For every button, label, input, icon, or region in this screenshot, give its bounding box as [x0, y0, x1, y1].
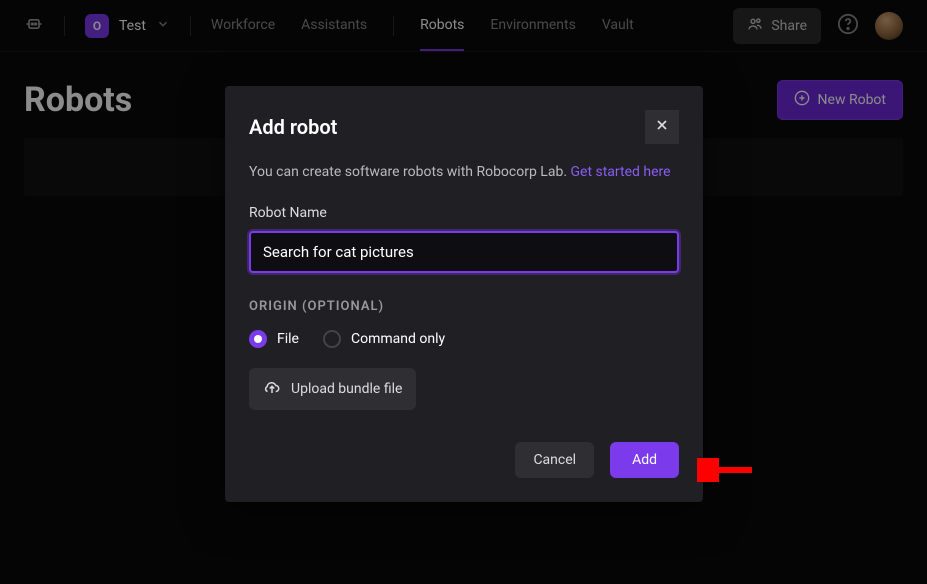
origin-radio-group: File Command only — [249, 330, 679, 348]
close-button[interactable] — [645, 110, 679, 144]
upload-cloud-icon — [263, 378, 281, 400]
intro-text-span: You can create software robots with Robo… — [249, 164, 570, 180]
modal-header: Add robot — [225, 86, 703, 162]
intro-text: You can create software robots with Robo… — [249, 162, 679, 183]
robot-name-input[interactable] — [249, 231, 679, 273]
cancel-button[interactable]: Cancel — [515, 442, 594, 478]
modal-footer: Cancel Add — [225, 430, 703, 502]
origin-file-label: File — [277, 331, 299, 347]
upload-bundle-label: Upload bundle file — [291, 381, 402, 397]
robot-name-label: Robot Name — [249, 205, 679, 221]
origin-command-label: Command only — [351, 331, 445, 347]
close-icon — [654, 117, 670, 137]
modal-body: You can create software robots with Robo… — [225, 162, 703, 430]
add-robot-modal: Add robot You can create software robots… — [225, 86, 703, 502]
get-started-link[interactable]: Get started here — [570, 164, 670, 180]
radio-checked-icon — [249, 330, 267, 348]
origin-section-label: ORIGIN (OPTIONAL) — [249, 299, 679, 314]
add-button[interactable]: Add — [610, 442, 679, 478]
modal-title: Add robot — [249, 115, 337, 139]
origin-command-radio[interactable]: Command only — [323, 330, 445, 348]
radio-unchecked-icon — [323, 330, 341, 348]
upload-bundle-button[interactable]: Upload bundle file — [249, 368, 416, 410]
origin-file-radio[interactable]: File — [249, 330, 299, 348]
